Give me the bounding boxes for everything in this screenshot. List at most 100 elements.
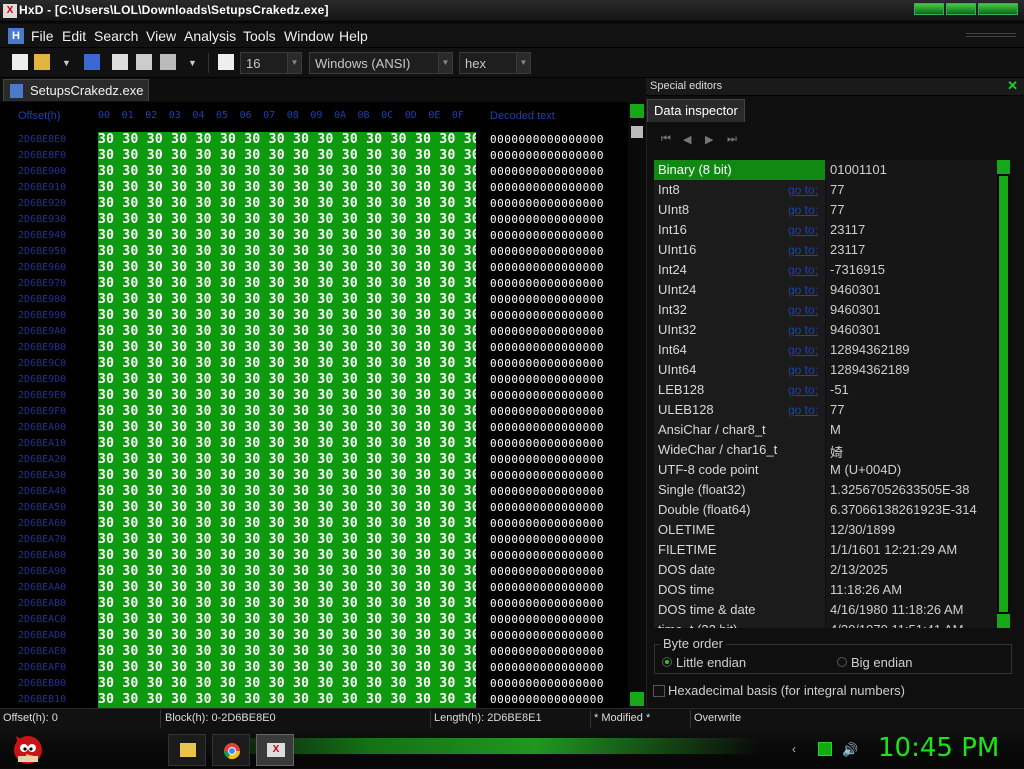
inspector-row[interactable]: FILETIME 1/1/1601 12:21:29 AM: [654, 540, 997, 560]
little-endian-label[interactable]: Little endian: [676, 655, 746, 670]
inspector-row[interactable]: AnsiChar / char8_t M: [654, 420, 997, 440]
text-row[interactable]: 0000000000000000: [490, 148, 622, 164]
hex-row[interactable]: 30 30 30 30 30 30 30 30 30 30 30 30 30 3…: [98, 580, 476, 596]
inspector-value[interactable]: -51: [826, 380, 997, 400]
little-endian-radio[interactable]: [662, 657, 672, 667]
goto-link[interactable]: go to:: [788, 403, 818, 417]
new-file-icon[interactable]: [12, 54, 28, 70]
previous-icon[interactable]: ◀: [683, 133, 695, 147]
hex-row[interactable]: 30 30 30 30 30 30 30 30 30 30 30 30 30 3…: [98, 676, 476, 692]
hex-data-area[interactable]: 30 30 30 30 30 30 30 30 30 30 30 30 30 3…: [98, 132, 476, 708]
offset-base-select[interactable]: hex ▼: [459, 52, 531, 74]
hex-row[interactable]: 30 30 30 30 30 30 30 30 30 30 30 30 30 3…: [98, 196, 476, 212]
chevron-down-icon[interactable]: ▼: [516, 53, 530, 73]
goto-link[interactable]: go to:: [788, 183, 818, 197]
clock[interactable]: 10:45 PM: [878, 733, 999, 763]
goto-link[interactable]: go to:: [788, 383, 818, 397]
maximize-button[interactable]: [946, 3, 976, 15]
properties-icon[interactable]: [160, 54, 176, 70]
hex-scrollbar[interactable]: [630, 104, 644, 706]
hex-basis-checkbox[interactable]: [653, 685, 665, 697]
hxd-icon[interactable]: X: [3, 4, 17, 18]
text-row[interactable]: 0000000000000000: [490, 180, 622, 196]
hex-row[interactable]: 30 30 30 30 30 30 30 30 30 30 30 30 30 3…: [98, 372, 476, 388]
inspector-row[interactable]: Single (float32) 1.32567052633505E-38: [654, 480, 997, 500]
hex-row[interactable]: 30 30 30 30 30 30 30 30 30 30 30 30 30 3…: [98, 628, 476, 644]
copy-icon[interactable]: [112, 54, 128, 70]
inspector-value[interactable]: 1/1/1601 12:21:29 AM: [826, 540, 997, 560]
text-row[interactable]: 0000000000000000: [490, 692, 622, 708]
inspector-value[interactable]: 12894362189: [826, 360, 997, 380]
inspector-value[interactable]: 6.37066138261923E-314: [826, 500, 997, 520]
menu-analysis[interactable]: Analysis: [184, 28, 236, 44]
hex-row[interactable]: 30 30 30 30 30 30 30 30 30 30 30 30 30 3…: [98, 356, 476, 372]
first-icon[interactable]: ⏮: [661, 133, 673, 147]
hex-row[interactable]: 30 30 30 30 30 30 30 30 30 30 30 30 30 3…: [98, 308, 476, 324]
goto-link[interactable]: go to:: [788, 243, 818, 257]
inspector-row[interactable]: UInt16 go to: 23117: [654, 240, 997, 260]
hex-row[interactable]: 30 30 30 30 30 30 30 30 30 30 30 30 30 3…: [98, 404, 476, 420]
mdi-controls[interactable]: [966, 33, 1016, 37]
text-row[interactable]: 0000000000000000: [490, 404, 622, 420]
tab-data-inspector[interactable]: Data inspector: [647, 99, 745, 122]
bytes-per-row-select[interactable]: 16 ▼: [240, 52, 302, 74]
goto-link[interactable]: go to:: [788, 303, 818, 317]
inspector-value[interactable]: 4/16/1980 11:18:26 AM: [826, 600, 997, 620]
inspector-row[interactable]: DOS date 2/13/2025: [654, 560, 997, 580]
inspector-row[interactable]: ULEB128 go to: 77: [654, 400, 997, 420]
chevron-down-icon[interactable]: ▼: [438, 53, 452, 73]
inspector-value[interactable]: 9460301: [826, 280, 997, 300]
inspector-value[interactable]: 12/30/1899: [826, 520, 997, 540]
inspector-value[interactable]: 1.32567052633505E-38: [826, 480, 997, 500]
menu-help[interactable]: Help: [339, 28, 368, 44]
inspector-value[interactable]: M (U+004D): [826, 460, 997, 480]
text-row[interactable]: 0000000000000000: [490, 292, 622, 308]
angry-bird-icon[interactable]: [8, 730, 46, 766]
scroll-thumb[interactable]: [631, 126, 643, 138]
goto-link[interactable]: go to:: [788, 363, 818, 377]
inspector-row[interactable]: UInt24 go to: 9460301: [654, 280, 997, 300]
inspector-row[interactable]: Int32 go to: 9460301: [654, 300, 997, 320]
hex-basis-label[interactable]: Hexadecimal basis (for integral numbers): [668, 683, 905, 698]
close-icon[interactable]: ✕: [1007, 78, 1018, 94]
goto-link[interactable]: go to:: [788, 203, 818, 217]
inspector-row[interactable]: Int16 go to: 23117: [654, 220, 997, 240]
text-row[interactable]: 0000000000000000: [490, 372, 622, 388]
hex-row[interactable]: 30 30 30 30 30 30 30 30 30 30 30 30 30 3…: [98, 532, 476, 548]
inspector-row[interactable]: DOS time & date 4/16/1980 11:18:26 AM: [654, 600, 997, 620]
taskbar-chrome[interactable]: [212, 734, 250, 766]
text-row[interactable]: 0000000000000000: [490, 532, 622, 548]
inspector-value[interactable]: M: [826, 420, 997, 440]
status-mode[interactable]: Overwrite: [694, 712, 741, 724]
inspector-value[interactable]: 23117: [826, 220, 997, 240]
save-icon[interactable]: [84, 54, 100, 70]
inspector-value[interactable]: 77: [826, 180, 997, 200]
goto-link[interactable]: go to:: [788, 283, 818, 297]
hex-row[interactable]: 30 30 30 30 30 30 30 30 30 30 30 30 30 3…: [98, 436, 476, 452]
scroll-thumb[interactable]: [999, 176, 1008, 612]
text-row[interactable]: 0000000000000000: [490, 340, 622, 356]
text-row[interactable]: 0000000000000000: [490, 564, 622, 580]
hex-row[interactable]: 30 30 30 30 30 30 30 30 30 30 30 30 30 3…: [98, 644, 476, 660]
text-row[interactable]: 0000000000000000: [490, 276, 622, 292]
last-icon[interactable]: ⏭: [727, 133, 739, 147]
text-row[interactable]: 0000000000000000: [490, 164, 622, 180]
close-button[interactable]: [978, 3, 1018, 15]
text-row[interactable]: 0000000000000000: [490, 500, 622, 516]
text-row[interactable]: 0000000000000000: [490, 548, 622, 564]
text-row[interactable]: 0000000000000000: [490, 420, 622, 436]
text-row[interactable]: 0000000000000000: [490, 308, 622, 324]
text-row[interactable]: 0000000000000000: [490, 388, 622, 404]
goto-link[interactable]: go to:: [788, 223, 818, 237]
inspector-row[interactable]: UInt8 go to: 77: [654, 200, 997, 220]
inspector-value[interactable]: -7316915: [826, 260, 997, 280]
text-row[interactable]: 0000000000000000: [490, 580, 622, 596]
hex-row[interactable]: 30 30 30 30 30 30 30 30 30 30 30 30 30 3…: [98, 468, 476, 484]
inspector-row[interactable]: time_t (32 bit)4/20/1970 11:51:41 AM: [654, 620, 997, 628]
hex-row[interactable]: 30 30 30 30 30 30 30 30 30 30 30 30 30 3…: [98, 148, 476, 164]
inspector-row[interactable]: LEB128 go to: -51: [654, 380, 997, 400]
inspector-row[interactable]: Int24 go to: -7316915: [654, 260, 997, 280]
inspector-scrollbar[interactable]: [997, 160, 1010, 628]
hex-row[interactable]: 30 30 30 30 30 30 30 30 30 30 30 30 30 3…: [98, 660, 476, 676]
text-data-area[interactable]: 0000000000000000 0000000000000000 00000000…: [490, 132, 622, 708]
